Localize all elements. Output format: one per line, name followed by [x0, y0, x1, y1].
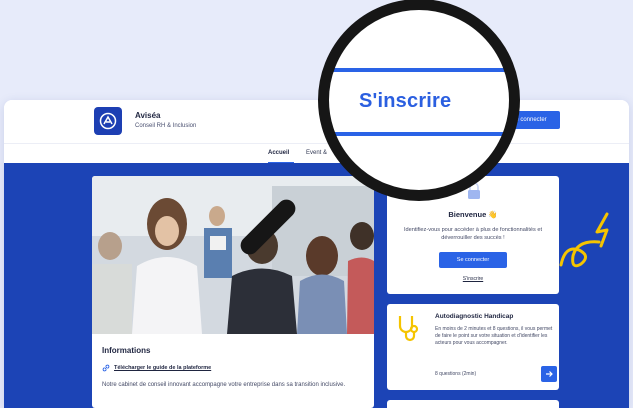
brand-name: Aviséa	[135, 111, 161, 120]
arrow-right-icon	[546, 371, 553, 377]
tab-accueil[interactable]: Accueil	[268, 150, 289, 156]
welcome-title: Bienvenue 👋	[448, 210, 498, 219]
login-card: Bienvenue 👋 Identifiez-vous pour accéder…	[387, 176, 559, 294]
autodiag-text: En moins de 2 minutes et 8 questions, il…	[435, 326, 553, 346]
autodiag-count: 8 questions (2min)	[435, 371, 477, 377]
register-link[interactable]: S'inscrire	[387, 276, 559, 282]
brand-subtitle: Conseil RH & Inclusion	[135, 123, 197, 129]
team-photo	[92, 176, 374, 334]
guide-row[interactable]: Télécharger le guide de la plateforme	[102, 364, 211, 372]
lock-icon	[468, 182, 480, 199]
stethoscope-icon	[398, 316, 419, 342]
tab-events[interactable]: Event &	[306, 150, 327, 156]
decorative-doodle	[559, 212, 609, 268]
autodiag-start-button[interactable]	[541, 366, 557, 382]
logo-icon	[99, 112, 117, 130]
top-header: Aviséa Conseil RH & Inclusion e connecte…	[4, 100, 629, 143]
next-card-partial	[387, 400, 559, 408]
guide-download-link[interactable]: Télécharger le guide de la plateforme	[114, 365, 211, 371]
autodiag-card: Autodiagnostic Handicap En moins de 2 mi…	[387, 304, 559, 390]
info-description: Notre cabinet de conseil innovant accomp…	[102, 382, 346, 388]
link-icon	[102, 364, 110, 372]
info-title: Informations	[102, 346, 151, 355]
autodiag-title: Autodiagnostic Handicap	[435, 313, 514, 320]
nav-bar: Accueil Event &	[4, 143, 629, 164]
lens-divider-top	[325, 68, 513, 72]
brand-logo[interactable]	[94, 107, 122, 135]
header-connect-button[interactable]: e connecter	[502, 111, 560, 129]
info-card: Informations Télécharger le guide de la …	[92, 176, 374, 408]
welcome-text: Identifiez-vous pour accéder à plus de f…	[403, 227, 543, 241]
login-connect-button[interactable]: Se connecter	[439, 252, 507, 268]
browser-window: Aviséa Conseil RH & Inclusion e connecte…	[4, 100, 629, 408]
